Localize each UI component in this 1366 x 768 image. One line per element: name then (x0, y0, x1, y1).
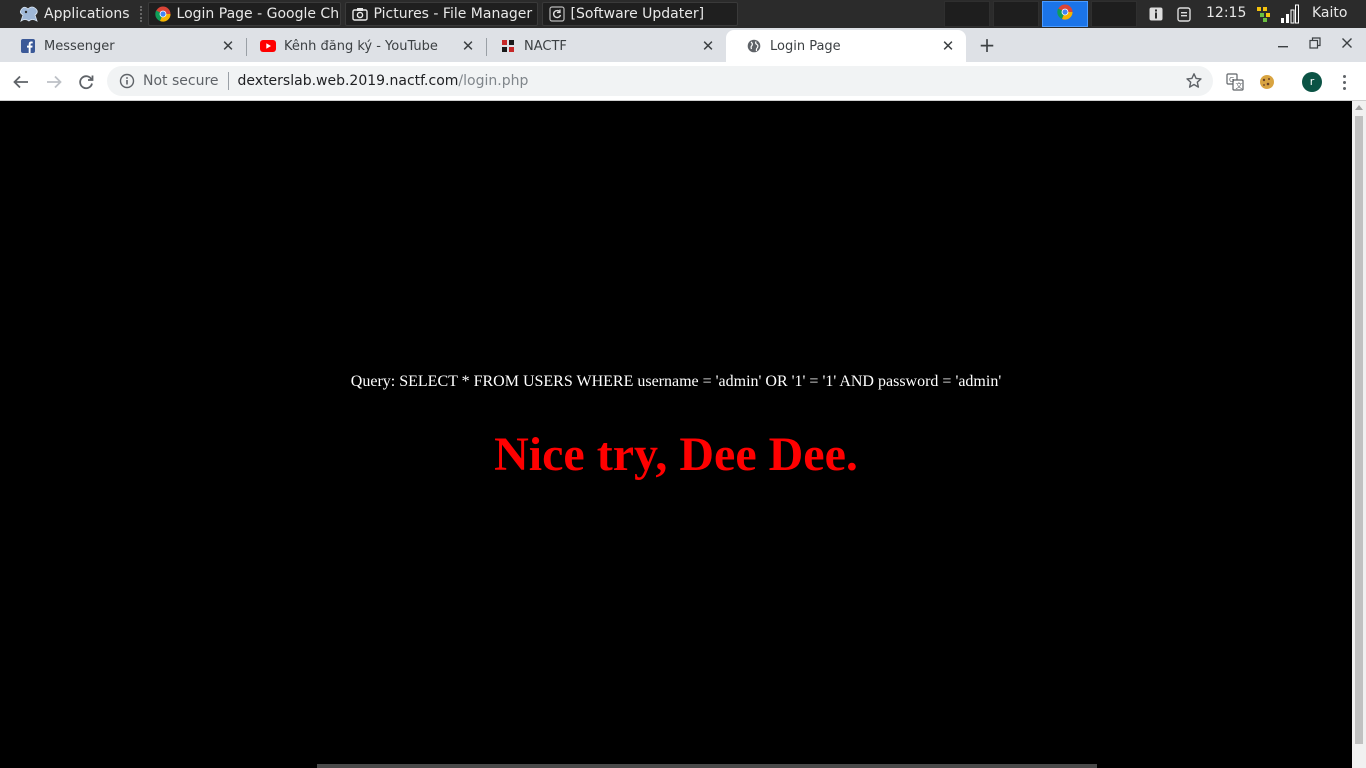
youtube-icon (260, 38, 276, 54)
clipboard-icon[interactable] (1174, 4, 1194, 24)
new-tab-button[interactable]: + (977, 35, 997, 55)
scrollbar-thumb[interactable] (1355, 116, 1363, 744)
menu-dot (1342, 86, 1346, 90)
tab-close-icon[interactable]: ✕ (460, 38, 476, 54)
info-icon[interactable] (1146, 4, 1166, 24)
workspace-1[interactable] (944, 1, 990, 27)
taskbar-item-label: [Software Updater] (570, 6, 705, 22)
applications-label: Applications (44, 6, 130, 22)
back-button[interactable] (10, 71, 32, 93)
restore-window-button[interactable] (1307, 37, 1323, 53)
updater-icon (548, 6, 565, 22)
tab-title: Kênh đăng ký - YouTube (284, 38, 438, 54)
nactf-icon (500, 38, 516, 54)
reload-button[interactable] (75, 71, 97, 93)
svg-text:文: 文 (1236, 81, 1243, 90)
tab-title: NACTF (524, 38, 567, 54)
menu-dot (1342, 80, 1346, 84)
tab-close-icon[interactable]: ✕ (940, 38, 956, 54)
forward-button[interactable] (43, 71, 65, 93)
tab-title: Login Page (770, 38, 841, 54)
taskbar-item-label: Pictures - File Manager (373, 6, 533, 22)
applications-menu[interactable]: Applications (0, 0, 136, 28)
xfce-logo-icon (19, 6, 38, 23)
tab-nactf[interactable]: NACTF ✕ (480, 30, 726, 62)
tab-close-icon[interactable]: ✕ (220, 38, 236, 54)
panel-clock[interactable]: 12:15 (1206, 5, 1246, 21)
svg-text:G: G (1229, 76, 1234, 84)
close-window-button[interactable] (1339, 37, 1355, 53)
facebook-icon (20, 38, 36, 54)
taskbar-item-software-updater[interactable]: [Software Updater] (541, 2, 738, 26)
minimize-window-button[interactable] (1275, 37, 1291, 53)
signal-strength-icon[interactable] (1279, 4, 1299, 24)
browser-tab-strip: Messenger ✕ Kênh đăng ký - YouTube ✕ NAC… (0, 28, 1366, 62)
menu-dot (1342, 74, 1346, 78)
address-bar[interactable]: Not secure dexterslab.web.2019.nactf.com… (107, 66, 1213, 96)
chrome-icon (1057, 4, 1073, 24)
bookmark-star-icon[interactable] (1185, 72, 1203, 90)
camera-icon (351, 6, 368, 22)
profile-avatar[interactable]: r (1302, 72, 1322, 92)
globe-icon (746, 38, 762, 54)
security-status-label[interactable]: Not secure (143, 73, 219, 89)
tab-login-page[interactable]: Login Page ✕ (726, 30, 966, 62)
page-viewport: Query: SELECT * FROM USERS WHERE usernam… (0, 101, 1352, 768)
desktop-panel: Applications Login Page - Google Ch... P… (0, 0, 1366, 28)
workspace-3-active[interactable] (1042, 1, 1088, 27)
browser-toolbar: Not secure dexterslab.web.2019.nactf.com… (0, 62, 1366, 101)
workspace-2[interactable] (993, 1, 1039, 27)
taskbar-item-label: Login Page - Google Ch... (176, 6, 341, 22)
page-headline: Nice try, Dee Dee. (494, 428, 858, 481)
panel-username[interactable]: Kaito (1312, 5, 1347, 21)
workspace-4[interactable] (1091, 1, 1137, 27)
tab-close-icon[interactable]: ✕ (700, 38, 716, 54)
translate-extension-icon[interactable]: G文 (1225, 72, 1245, 92)
sql-query-text: Query: SELECT * FROM USERS WHERE usernam… (350, 373, 1002, 390)
omnibox-divider (227, 72, 229, 90)
horizontal-scroll-indicator (317, 764, 1097, 768)
vertical-scrollbar[interactable] (1352, 101, 1366, 768)
network-tray-icon[interactable] (1255, 4, 1275, 24)
chrome-icon (154, 6, 171, 22)
tab-messenger[interactable]: Messenger ✕ (0, 30, 246, 62)
url-host: dexterslab.web.2019.nactf.com (237, 73, 459, 89)
cookie-extension-icon[interactable] (1257, 72, 1277, 92)
chrome-menu-icon[interactable] (1336, 72, 1352, 92)
tab-title: Messenger (44, 38, 115, 54)
taskbar-item-chrome[interactable]: Login Page - Google Ch... (147, 2, 341, 26)
panel-separator (139, 6, 144, 22)
url-path: /login.php (458, 73, 529, 89)
taskbar-item-file-manager[interactable]: Pictures - File Manager (344, 2, 538, 26)
scroll-up-arrow-icon[interactable] (1355, 105, 1363, 110)
info-circle-icon[interactable] (119, 73, 135, 89)
forward-arrow-icon (47, 75, 62, 89)
reload-icon (79, 75, 94, 90)
tab-youtube[interactable]: Kênh đăng ký - YouTube ✕ (240, 30, 486, 62)
back-arrow-icon (13, 75, 28, 89)
